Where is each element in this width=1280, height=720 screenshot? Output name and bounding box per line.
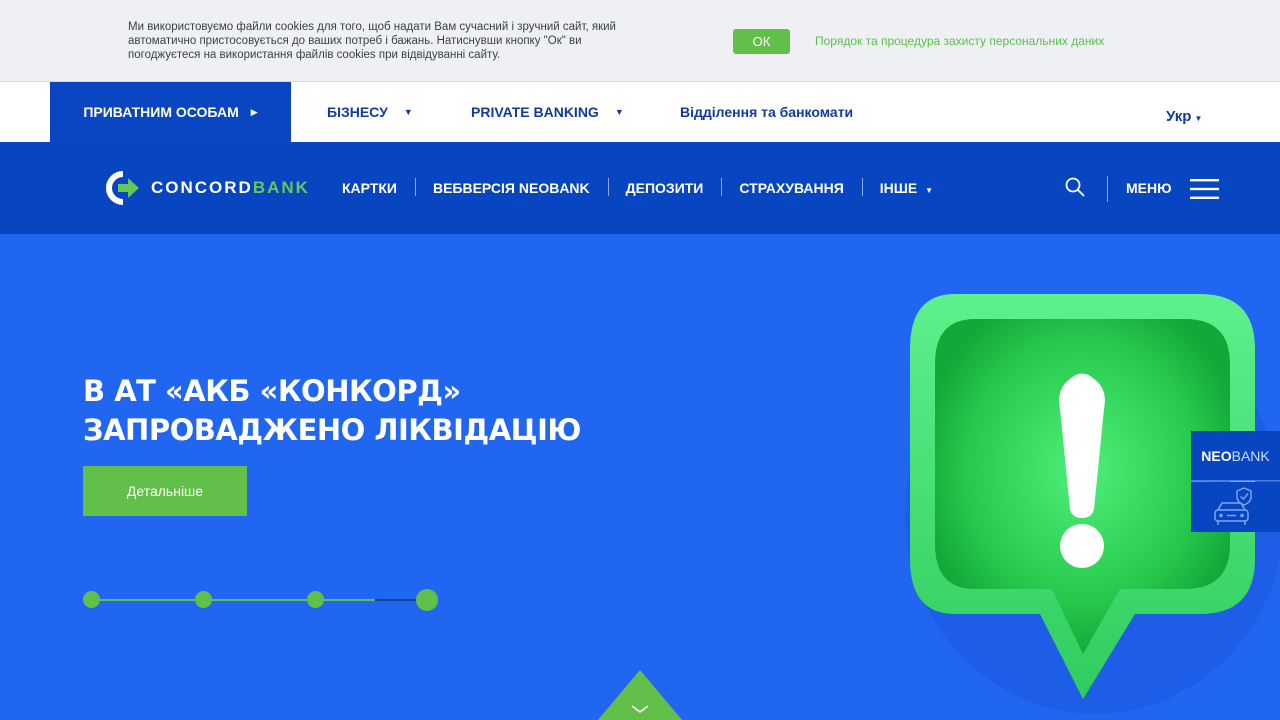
car-insurance-icon	[1214, 487, 1252, 525]
top-nav-label: Відділення та банкомати	[680, 104, 854, 120]
neobank-light-text: BANK	[1231, 447, 1270, 464]
top-nav-business[interactable]: БІЗНЕСУ ▼	[327, 82, 413, 142]
hero-title-line: В АТ «АКБ «КОНКОРД»	[83, 374, 461, 408]
top-nav-branches-atms[interactable]: Відділення та банкомати	[680, 82, 853, 142]
nav-label: КАРТКИ	[342, 180, 397, 196]
nav-insurance[interactable]: СТРАХУВАННЯ	[721, 178, 861, 196]
nav-label: ІНШЕ	[879, 180, 918, 196]
slider-dot-active[interactable]	[416, 589, 438, 611]
slider-progress-line	[91, 599, 375, 601]
top-nav-private-banking[interactable]: PRIVATE BANKING ▼	[471, 82, 624, 142]
cookie-text-line: погоджуєтеся на використання файлів cook…	[128, 49, 501, 61]
nav-label: ДЕПОЗИТИ	[625, 180, 704, 196]
cookie-text: Ми використовуємо файли cookies для того…	[128, 20, 668, 62]
concordbank-logo[interactable]: CONCORDBANK	[106, 171, 310, 205]
slider-dot[interactable]	[83, 591, 100, 608]
hero-banner: В АТ «АКБ «КОНКОРД» ЗАПРОВАДЖЕНО ЛІКВІДА…	[0, 234, 1280, 720]
top-nav-private-clients[interactable]: ПРИВАТНИМ ОСОБАМ ▶	[50, 82, 291, 142]
caret-down-icon: ▼	[403, 107, 413, 117]
slider-dot[interactable]	[195, 591, 212, 608]
language-selector[interactable]: Укр ▼	[1166, 108, 1202, 125]
nav-deposits[interactable]: ДЕПОЗИТИ	[607, 178, 722, 196]
nav-label: СТРАХУВАННЯ	[739, 180, 844, 196]
hero-title-line: ЗАПРОВАДЖЕНО ЛІКВІДАЦІЮ	[83, 413, 581, 447]
nav-other[interactable]: ІНШЕ ▼	[861, 178, 951, 196]
cookie-text-line: автоматично пристосовується до ваших пот…	[128, 35, 582, 47]
caret-down-icon: ▼	[614, 107, 624, 117]
cookie-banner: Ми використовуємо файли cookies для того…	[0, 0, 1280, 82]
main-navigation: КАРТКИ ВЕБВЕРСІЯ NEOBANK ДЕПОЗИТИ СТРАХУ…	[324, 142, 951, 234]
cookie-text-line: Ми використовуємо файли cookies для того…	[128, 21, 616, 33]
logo-arrow-icon	[106, 171, 139, 205]
neobank-bold-text: NEO	[1201, 447, 1232, 464]
caret-down-icon: ▼	[925, 186, 934, 195]
details-button[interactable]: Детальніше	[83, 466, 247, 516]
menu-button-label[interactable]: МЕНЮ	[1126, 180, 1172, 196]
slider-track	[375, 599, 419, 601]
main-header: CONCORDBANK КАРТКИ ВЕБВЕРСІЯ NEOBANK ДЕП…	[0, 142, 1280, 234]
search-icon[interactable]	[1064, 176, 1086, 198]
hero-title: В АТ «АКБ «КОНКОРД» ЗАПРОВАДЖЕНО ЛІКВІДА…	[83, 372, 581, 450]
nav-cards[interactable]: КАРТКИ	[324, 180, 415, 196]
top-nav-label: БІЗНЕСУ	[327, 104, 388, 120]
slider-pagination	[83, 589, 443, 613]
language-label: Укр	[1166, 108, 1192, 125]
slider-dot[interactable]	[307, 591, 324, 608]
car-insurance-side-widget[interactable]	[1191, 482, 1280, 532]
nav-neobank-web[interactable]: ВЕБВЕРСІЯ NEOBANK	[414, 178, 608, 196]
top-nav-label: ПРИВАТНИМ ОСОБАМ	[83, 104, 239, 120]
cookie-ok-button[interactable]: ОК	[733, 29, 790, 54]
hamburger-menu-icon[interactable]	[1190, 178, 1219, 200]
privacy-policy-link[interactable]: Порядок та процедура захисту персональни…	[815, 34, 1104, 48]
header-divider	[1107, 176, 1108, 202]
top-navigation: ПРИВАТНИМ ОСОБАМ ▶ БІЗНЕСУ ▼ PRIVATE BAN…	[0, 82, 1280, 142]
scroll-down-button[interactable]	[596, 668, 684, 720]
neobank-side-widget[interactable]: NEO BANK	[1191, 431, 1280, 481]
caret-right-icon: ▶	[250, 106, 258, 117]
nav-label: ВЕБВЕРСІЯ NEOBANK	[432, 180, 590, 196]
logo-accent-text: BANK	[252, 178, 310, 197]
logo-main-text: CONCORD	[151, 178, 253, 197]
logo-wordmark: CONCORDBANK	[151, 178, 310, 198]
top-nav-label: PRIVATE BANKING	[471, 104, 599, 120]
caret-down-icon: ▼	[1194, 114, 1203, 123]
